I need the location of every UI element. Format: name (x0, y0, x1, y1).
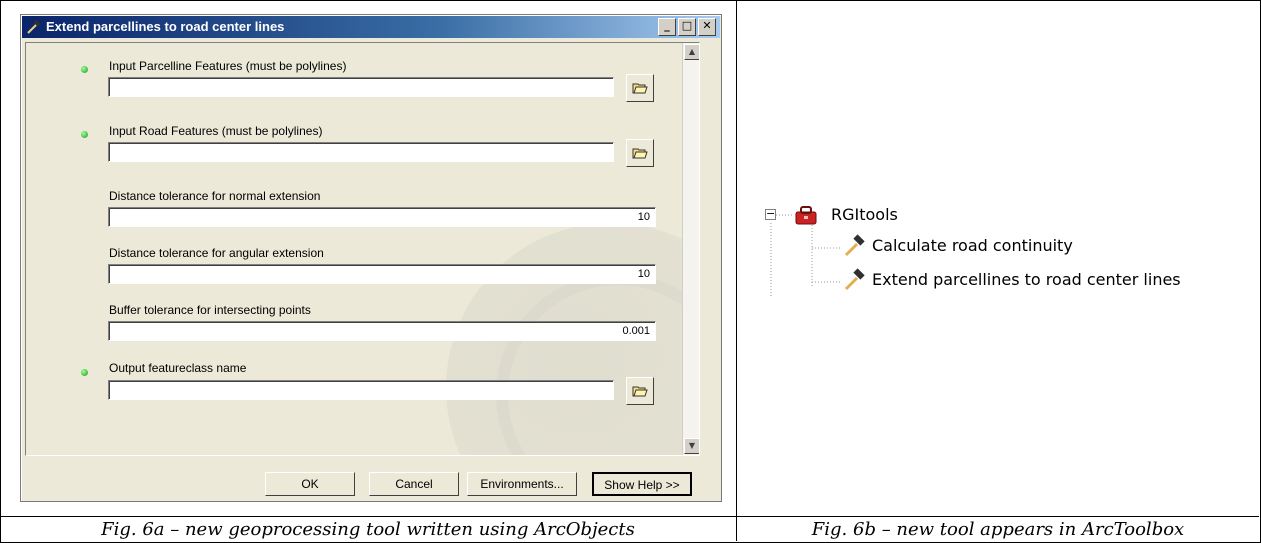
hammer-icon (844, 234, 865, 257)
toolbox-root-label[interactable]: RGItools (831, 205, 898, 224)
tool-item-road-continuity[interactable]: Calculate road continuity (872, 236, 1073, 255)
hammer-icon (844, 268, 865, 291)
caption-right: Fig. 6b – new tool appears in ArcToolbox (811, 519, 1185, 540)
toolbox-icon (795, 206, 817, 225)
caption-left: Fig. 6a – new geoprocessing tool written… (101, 519, 635, 540)
tool-item-extend-parcellines[interactable]: Extend parcellines to road center lines (872, 270, 1181, 289)
collapse-toggle[interactable]: − (765, 208, 776, 220)
